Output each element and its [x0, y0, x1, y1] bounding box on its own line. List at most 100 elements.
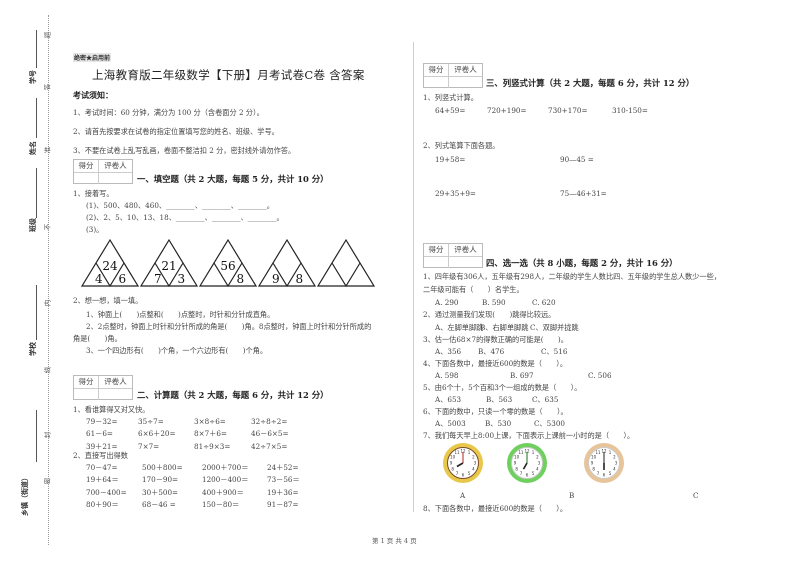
question-stem: 2、想一想，填一填。 — [73, 296, 143, 305]
question-stem: 1、四年级有306人，五年级有298人，二年级的学生人数比四、五年级的学生总人数… — [423, 272, 721, 281]
question-stem: 3、估一估68×7的得数正确的可能是( )。 — [423, 335, 568, 344]
question-stem: 4、下面各数中，最接近600的数是（ ）。 — [423, 359, 568, 368]
answer-option[interactable]: B. 590 — [482, 298, 506, 307]
grader-cell[interactable] — [449, 77, 482, 88]
calc-item: 39＋21= — [86, 441, 118, 451]
triangle-number-top: 24 — [102, 259, 118, 273]
score-box: 得分 评卷人 — [73, 159, 133, 184]
notice-item: 3、不要在试卷上乱写乱画，卷面不整洁扣 2 分，密封线外请勿作答。 — [73, 146, 296, 155]
answer-option[interactable]: A. 290 — [435, 298, 458, 307]
clock-numeral: 6 — [462, 473, 465, 478]
student-id-label: 学号 — [28, 70, 37, 84]
calc-item: 170－90= — [142, 475, 179, 485]
answer-option[interactable]: B. 697 — [510, 371, 534, 380]
score-cell[interactable] — [74, 389, 99, 400]
calc-item: 3×8÷6= — [194, 417, 226, 426]
clock-label[interactable]: A — [460, 491, 465, 500]
answer-option[interactable]: A、5003 — [435, 419, 466, 428]
answer-option[interactable]: A、356 — [435, 347, 461, 356]
clock-icon[interactable]: 1234567891011 12 — [441, 441, 485, 485]
notice-item: 2、请首先按要求在试卷的指定位置填写您的姓名、班级、学号。 — [73, 127, 279, 136]
score-cell[interactable] — [424, 257, 449, 268]
seal-char: 不 — [43, 223, 52, 231]
number-triangle: 98 — [257, 238, 317, 288]
clock-icon[interactable]: 1234567891011 12 — [505, 441, 549, 485]
answer-option[interactable]: A、653 — [435, 395, 461, 404]
clock-icon[interactable]: 1234567891011 12 — [582, 441, 626, 485]
score-label: 得分 — [424, 244, 449, 256]
grader-cell[interactable] — [99, 173, 132, 184]
clock-numeral: 8 — [515, 467, 518, 472]
clock-numeral: 2 — [613, 455, 616, 460]
answer-option[interactable]: C. 506 — [588, 371, 612, 380]
answer-option[interactable]: C、双脚并拢跳 — [530, 323, 579, 332]
calc-item: 64+59= — [435, 106, 466, 115]
seal-char: 线 — [43, 366, 52, 374]
page-number: 第 1 页 共 4 页 — [372, 537, 417, 545]
question-line: (1)、500、480、460、________、________、______… — [86, 201, 274, 210]
calc-item: 19＋36= — [267, 487, 299, 497]
calc-item: 73－56＝ — [267, 475, 300, 485]
clock-numeral: 6 — [526, 473, 529, 478]
section-2-title: 二、计算题（共 2 大题，每题 6 分，共计 12 分） — [137, 390, 329, 400]
score-cell[interactable] — [424, 77, 449, 88]
section-3-title: 三、列竖式计算（共 2 大题，每题 6 分，共计 12 分） — [486, 78, 695, 88]
calc-item: 500＋800= — [142, 463, 183, 472]
score-box: 得分 评卷人 — [73, 375, 133, 400]
question-stem: 2、列式笔算下面各题。 — [423, 141, 500, 150]
name-line[interactable] — [36, 98, 37, 138]
number-triangle: 568 — [198, 238, 258, 288]
triangle-number-left: 9 — [272, 272, 280, 286]
answer-option[interactable]: B、530 — [485, 419, 511, 428]
calc-item: 19＋64＝ — [86, 475, 119, 485]
clock-numeral: 4 — [472, 467, 475, 472]
question-stem: 二年级可能有（ ）名学生。 — [423, 285, 524, 294]
clock-numeral: 4 — [613, 467, 616, 472]
grader-label: 评卷人 — [454, 65, 477, 74]
answer-option[interactable]: B、563 — [486, 395, 512, 404]
clock-label[interactable]: C — [693, 491, 699, 500]
clock-numeral: 4 — [536, 467, 539, 472]
calc-item: 61－6= — [86, 429, 113, 439]
answer-option[interactable]: B、右脚单脚跳 — [480, 323, 528, 332]
township-label: 乡镇（街道） — [20, 474, 29, 516]
answer-option[interactable]: C. 620 — [532, 298, 556, 307]
grader-label: 评卷人 — [104, 377, 127, 386]
calc-item: 7×7= — [138, 441, 160, 451]
answer-option[interactable]: C、5300 — [534, 419, 565, 428]
answer-option[interactable]: A、左脚单脚跳 — [435, 323, 483, 332]
class-line[interactable] — [36, 168, 37, 218]
triangle-outline — [316, 238, 376, 288]
clock-numeral: 9 — [450, 461, 453, 466]
number-triangles: 244 6217 3568 9 8 — [80, 238, 376, 288]
grader-cell[interactable] — [449, 257, 482, 268]
calc-item: 6×6＋20= — [138, 429, 176, 439]
answer-option[interactable]: B、476 — [478, 347, 504, 356]
calc-item: 2000＋700＝ — [202, 463, 249, 472]
clock-numeral: 1 — [609, 450, 612, 455]
calc-item: 32÷8÷2= — [251, 417, 288, 426]
answer-option[interactable]: A. 598 — [435, 371, 458, 380]
student-id-line[interactable] — [36, 30, 37, 68]
score-cell[interactable] — [74, 173, 99, 184]
township-line[interactable] — [36, 410, 37, 462]
grader-cell[interactable] — [99, 389, 132, 400]
seal-char: 准 — [43, 146, 52, 154]
triangle-number-left: 4 — [95, 272, 103, 286]
score-box: 得分 评卷人 — [423, 63, 483, 88]
answer-option[interactable]: C、635 — [532, 395, 558, 404]
clock-numeral: 3 — [474, 461, 477, 466]
answer-option[interactable]: C、516 — [541, 347, 567, 356]
calc-item: 79－32= — [86, 417, 118, 426]
calc-item: 29+35+9= — [435, 189, 476, 198]
triangle-number-right: 6 — [118, 272, 126, 286]
triangle-number-right: 8 — [295, 272, 303, 286]
clock-label[interactable]: B — [569, 491, 574, 500]
clock-numeral: 8 — [592, 467, 595, 472]
calc-item: 80＋90＝ — [86, 499, 119, 509]
clock-numeral: 3 — [615, 461, 618, 466]
calc-item: 46－6×5= — [251, 429, 289, 439]
clock-numeral: 11 — [518, 450, 524, 455]
school-line[interactable] — [36, 285, 37, 340]
clock-numeral: 1 — [532, 450, 535, 455]
